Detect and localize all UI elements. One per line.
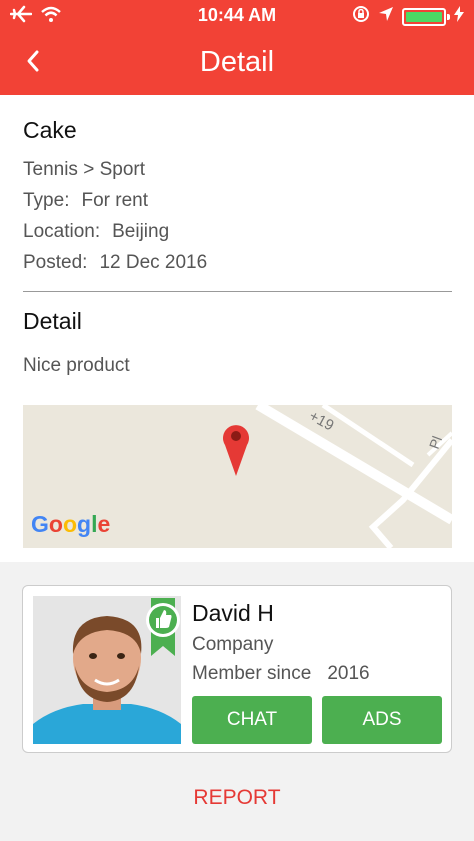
posted-value: 12 Dec 2016 (99, 252, 208, 273)
location-arrow-icon (378, 6, 394, 27)
location-map[interactable]: +19 Pl Google (23, 405, 452, 548)
battery-level (406, 11, 442, 22)
battery-icon (402, 7, 450, 26)
seller-section: David H Company Member since 2016 CHAT AD… (0, 562, 474, 841)
avatar[interactable] (33, 596, 181, 744)
orientation-lock-icon (352, 5, 370, 28)
product-info: Cake Tennis > Sport Type: For rent Locati… (23, 117, 453, 278)
google-logo: Google (31, 511, 111, 537)
member-since: Member since 2016 (192, 663, 370, 685)
location-label: Location: (23, 221, 101, 242)
posted-row: Posted: 12 Dec 2016 (23, 247, 453, 278)
type-value: For rent (81, 190, 149, 211)
divider (23, 291, 452, 292)
member-year: 2016 (327, 663, 370, 684)
type-label: Type: (23, 190, 70, 211)
detail-heading: Detail (23, 308, 82, 334)
charging-bolt-icon (454, 6, 464, 27)
status-bar: 10:44 AM (0, 0, 474, 30)
type-row: Type: For rent (23, 185, 453, 216)
product-name: Cake (23, 117, 77, 143)
map-pin-icon (223, 425, 249, 476)
report-button[interactable]: REPORT (0, 786, 474, 810)
seller-type: Company (192, 634, 274, 655)
category-breadcrumb: Tennis > Sport (23, 159, 145, 180)
status-right (352, 5, 464, 28)
chat-button[interactable]: CHAT (192, 696, 312, 744)
posted-label: Posted: (23, 252, 88, 273)
location-value: Beijing (112, 221, 170, 242)
ads-button[interactable]: ADS (322, 696, 442, 744)
verified-badge (145, 598, 181, 661)
thumbs-up-icon (146, 598, 180, 656)
seller-card: David H Company Member since 2016 CHAT AD… (22, 585, 452, 753)
nav-bar: Detail (0, 30, 474, 95)
member-label: Member since (192, 663, 312, 684)
page-title: Detail (199, 46, 275, 78)
location-row: Location: Beijing (23, 216, 453, 247)
seller-name: David H (192, 600, 274, 626)
detail-text: Nice product (23, 355, 130, 376)
